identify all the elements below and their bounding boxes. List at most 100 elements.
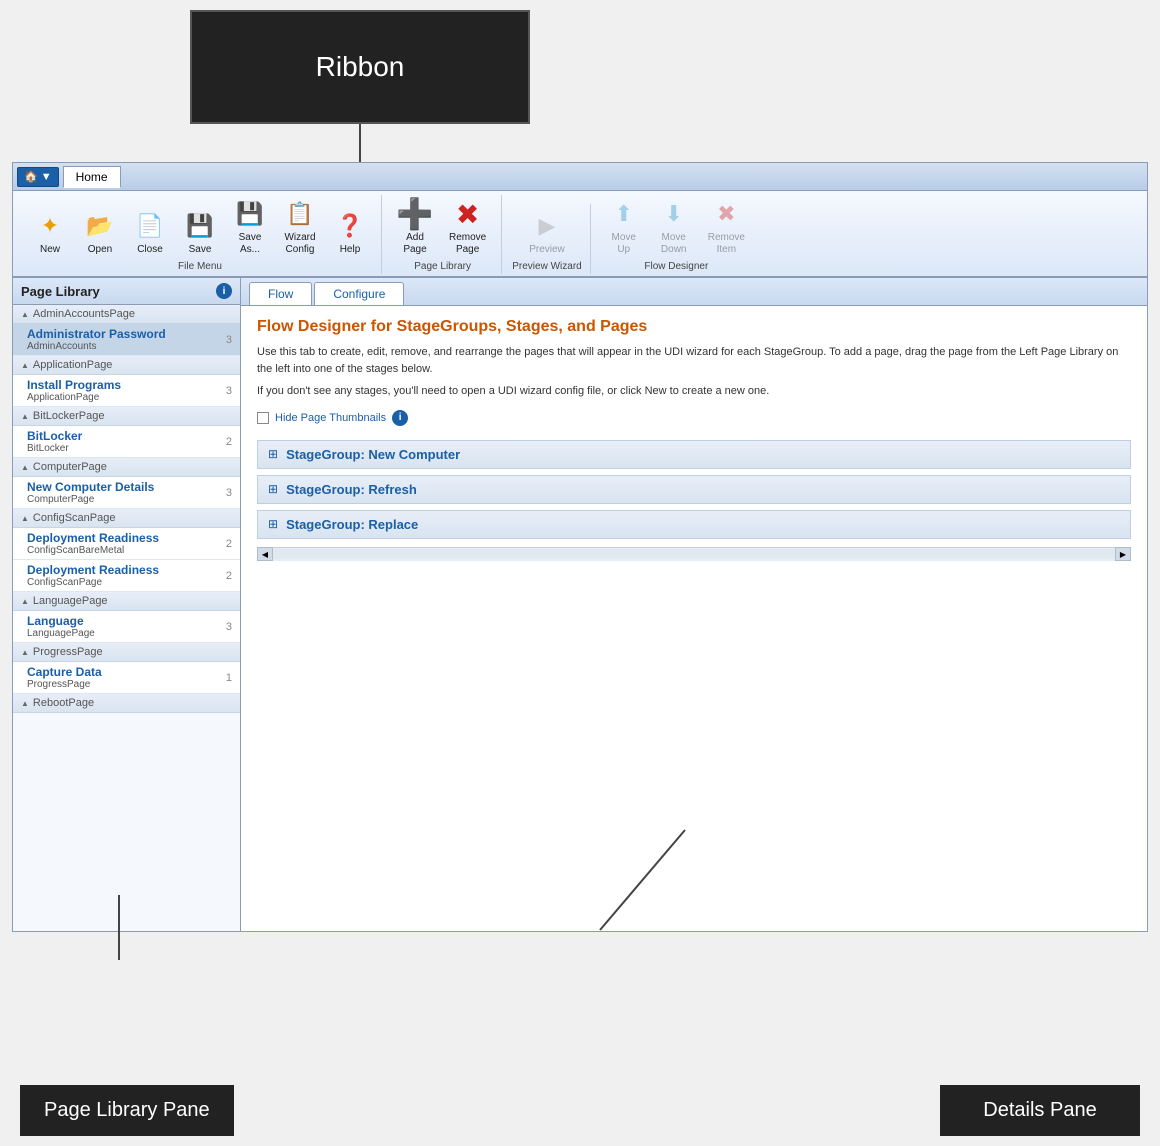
category-bitlocker: ▲ BitLockerPage [13,407,240,426]
page-library-info-icon[interactable]: i [216,283,232,299]
lib-item-bitlocker[interactable]: BitLocker BitLocker 2 [13,426,240,458]
tabs-bar: Flow Configure [241,278,1147,306]
ribbon-label-text: Ribbon [316,51,405,83]
move-down-icon: ⬇ [658,198,690,230]
close-button[interactable]: 📄 Close [127,207,173,259]
stage-group-title-new-computer: StageGroup: New Computer [286,447,460,462]
category-progress: ▲ ProgressPage [13,643,240,662]
lib-item-deployment-readiness-1[interactable]: Deployment Readiness ConfigScanBareMetal… [13,528,240,560]
category-application: ▲ ApplicationPage [13,356,240,375]
category-label: RebootPage [33,697,94,709]
expand-icon: ⊞ [268,447,278,461]
expand-triangle: ▲ [21,310,29,319]
add-page-button[interactable]: ➕ AddPage [392,195,438,259]
category-language: ▲ LanguagePage [13,592,240,611]
page-library-list: ▲ AdminAccountsPage Administrator Passwo… [13,305,240,931]
category-label: ComputerPage [33,461,107,473]
category-label: ApplicationPage [33,359,113,371]
lib-item-install-programs[interactable]: Install Programs ApplicationPage 3 [13,375,240,407]
flow-designer-title: Flow Designer for StageGroups, Stages, a… [257,318,1131,336]
expand-triangle: ▲ [21,463,29,472]
wizard-config-button[interactable]: 📋 WizardConfig [277,195,323,259]
flow-designer-label: Flow Designer [644,261,708,272]
expand-triangle: ▲ [21,361,29,370]
move-up-icon: ⬆ [608,198,640,230]
close-icon: 📄 [134,210,166,242]
hide-thumbnails-row: Hide Page Thumbnails i [257,410,1131,426]
hide-thumbnails-checkbox[interactable] [257,412,269,424]
category-admin-accounts: ▲ AdminAccountsPage [13,305,240,324]
main-content: Page Library i ▲ AdminAccountsPage Admin… [13,278,1147,931]
file-menu-label: File Menu [178,261,222,272]
expand-triangle: ▲ [21,648,29,657]
details-pane-label: Details Pane [940,1085,1140,1136]
scroll-left-arrow[interactable]: ◀ [257,547,273,561]
ribbon-group-file: ✦ New 📂 Open 📄 Close 💾 Save 💾 Save [19,195,382,274]
app-menu-arrow: ▼ [41,171,52,183]
lib-item-language[interactable]: Language LanguagePage 3 [13,611,240,643]
ribbon-group-page-library: ➕ AddPage ✖ RemovePage Page Library [384,195,502,274]
category-label: LanguagePage [33,595,108,607]
flow-desc-2: If you don't see any stages, you'll need… [257,383,1131,400]
page-library-header: Page Library i [13,278,240,305]
ribbon-group-preview: ▶ Preview Preview Wizard [504,204,590,274]
expand-triangle: ▲ [21,514,29,523]
tab-flow[interactable]: Flow [249,282,312,305]
preview-buttons: ▶ Preview [522,204,572,259]
app-menu-button[interactable]: 🏠 ▼ [17,167,59,187]
preview-wizard-label: Preview Wizard [512,261,581,272]
lib-item-deployment-readiness-2[interactable]: Deployment Readiness ConfigScanPage 2 [13,560,240,592]
expand-triangle: ▲ [21,412,29,421]
title-bar: 🏠 ▼ Home [13,163,1147,191]
connector-library-line [118,895,120,960]
open-icon: 📂 [84,210,116,242]
category-label: ConfigScanPage [33,512,116,524]
move-up-button[interactable]: ⬆ MoveUp [601,195,647,259]
expand-icon: ⊞ [268,517,278,531]
scroll-right-arrow[interactable]: ▶ [1115,547,1131,561]
horizontal-scrollbar[interactable]: ◀ ▶ [257,547,1131,561]
save-icon: 💾 [184,210,216,242]
help-button[interactable]: ❓ Help [327,207,373,259]
stage-group-header-new-computer[interactable]: ⊞ StageGroup: New Computer [258,441,1130,468]
category-label: AdminAccountsPage [33,308,135,320]
preview-button[interactable]: ▶ Preview [522,207,572,259]
stage-group-new-computer: ⊞ StageGroup: New Computer [257,440,1131,469]
stage-group-header-replace[interactable]: ⊞ StageGroup: Replace [258,511,1130,538]
move-down-button[interactable]: ⬇ MoveDown [651,195,697,259]
category-computer: ▲ ComputerPage [13,458,240,477]
add-page-icon: ➕ [399,198,431,230]
remove-page-icon: ✖ [452,198,484,230]
new-icon: ✦ [34,210,66,242]
stage-group-title-replace: StageGroup: Replace [286,517,418,532]
category-label: BitLockerPage [33,410,105,422]
stage-group-replace: ⊞ StageGroup: Replace [257,510,1131,539]
remove-item-button[interactable]: ✖ RemoveItem [701,195,752,259]
stage-group-refresh: ⊞ StageGroup: Refresh [257,475,1131,504]
stage-group-title-refresh: StageGroup: Refresh [286,482,417,497]
tab-configure[interactable]: Configure [314,282,404,305]
hide-thumbnails-info-icon[interactable]: i [392,410,408,426]
tab-home[interactable]: Home [63,166,121,188]
new-button[interactable]: ✦ New [27,207,73,259]
remove-page-button[interactable]: ✖ RemovePage [442,195,493,259]
flow-designer-buttons: ⬆ MoveUp ⬇ MoveDown ✖ RemoveItem [601,195,752,259]
open-button[interactable]: 📂 Open [77,207,123,259]
file-buttons: ✦ New 📂 Open 📄 Close 💾 Save 💾 Save [27,195,373,259]
save-button[interactable]: 💾 Save [177,207,223,259]
stage-group-header-refresh[interactable]: ⊞ StageGroup: Refresh [258,476,1130,503]
page-library-group-label: Page Library [414,261,471,272]
page-library-buttons: ➕ AddPage ✖ RemovePage [392,195,493,259]
category-label: ProgressPage [33,646,103,658]
lib-item-admin-password[interactable]: Administrator Password AdminAccounts 3 [13,324,240,356]
save-as-button[interactable]: 💾 SaveAs... [227,195,273,259]
lib-item-new-computer-details[interactable]: New Computer Details ComputerPage 3 [13,477,240,509]
page-library-pane: Page Library i ▲ AdminAccountsPage Admin… [13,278,241,931]
category-configscan: ▲ ConfigScanPage [13,509,240,528]
scroll-track [273,549,1115,559]
lib-item-capture-data[interactable]: Capture Data ProgressPage 1 [13,662,240,694]
flow-desc-1: Use this tab to create, edit, remove, an… [257,344,1131,377]
hide-thumbnails-label[interactable]: Hide Page Thumbnails [275,412,386,424]
page-library-pane-label: Page Library Pane [20,1085,234,1136]
ribbon-toolbar: ✦ New 📂 Open 📄 Close 💾 Save 💾 Save [13,191,1147,278]
